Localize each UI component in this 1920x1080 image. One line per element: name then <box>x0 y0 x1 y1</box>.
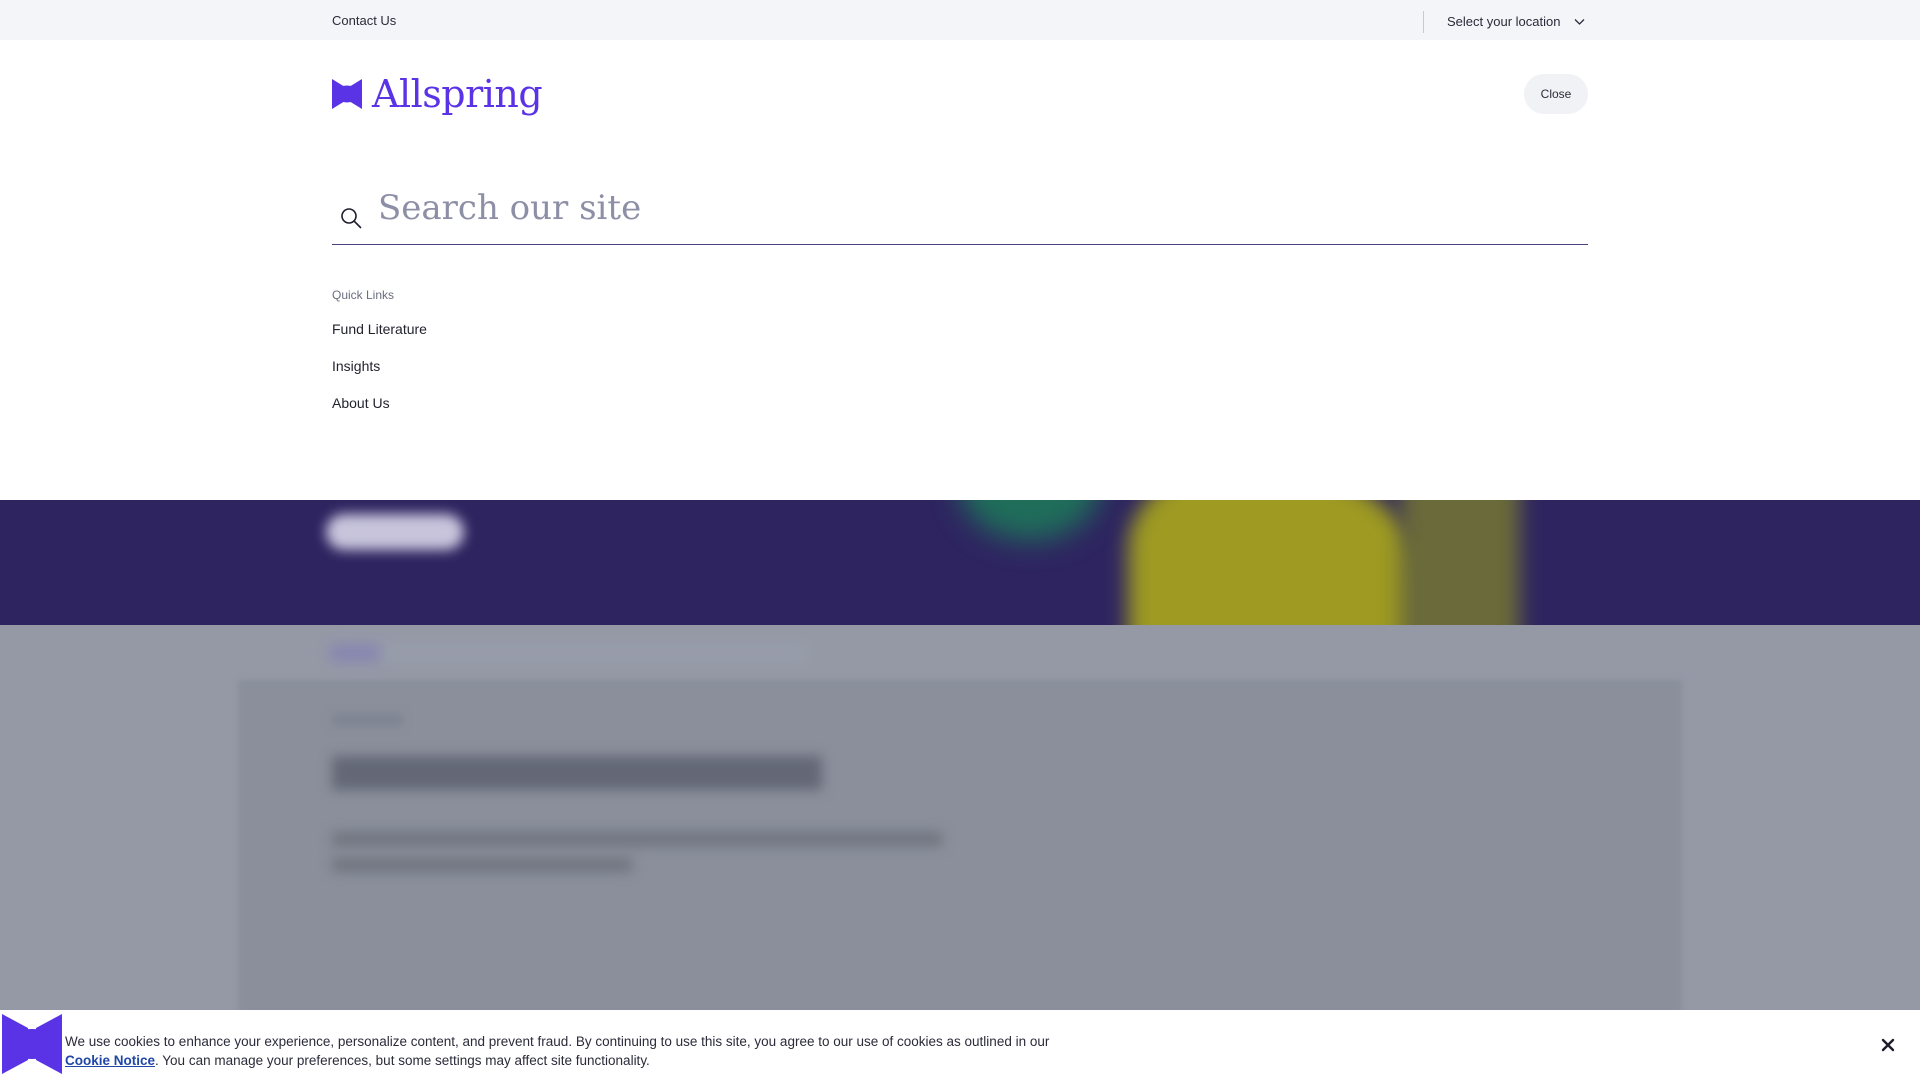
background-body-text <box>332 832 942 846</box>
chevron-down-icon <box>1574 18 1585 25</box>
utility-bar: Contact Us Select your location <box>0 0 1920 40</box>
background-hero <box>0 500 1920 625</box>
cookie-message: We use cookies to enhance your experienc… <box>65 1032 1055 1070</box>
location-selector-label: Select your location <box>1447 14 1561 29</box>
search-icon <box>341 208 362 229</box>
allspring-logo[interactable]: Allspring <box>332 72 543 116</box>
background-headline <box>332 756 822 790</box>
cookie-message-text: We use cookies to enhance your experienc… <box>65 1034 1050 1049</box>
cookie-message-text: . You can manage your preferences, but s… <box>155 1053 650 1068</box>
cookie-close-button[interactable] <box>1876 1033 1900 1057</box>
background-hero-button <box>326 514 464 550</box>
cookie-logo-icon <box>2 1014 62 1074</box>
search-input[interactable] <box>378 182 1568 234</box>
background-body-text <box>332 858 632 872</box>
quick-links-title: Quick Links <box>332 288 395 302</box>
location-selector[interactable]: Select your location <box>1447 14 1585 29</box>
cookie-notice-link[interactable]: Cookie Notice <box>65 1053 155 1068</box>
background-card <box>238 680 1682 1020</box>
background-tabs <box>330 645 810 661</box>
background-hero-shape <box>1128 500 1428 625</box>
logo-wordmark: Allspring <box>372 72 543 116</box>
contact-us-link[interactable]: Contact Us <box>332 13 396 28</box>
quick-link-fund-literature[interactable]: Fund Literature <box>332 321 427 337</box>
close-icon <box>1881 1038 1895 1052</box>
search-bar <box>332 178 1588 245</box>
utility-divider <box>1423 11 1424 33</box>
background-eyebrow <box>332 715 402 725</box>
background-hero-shape <box>1400 500 1520 625</box>
close-button[interactable]: Close <box>1524 74 1588 114</box>
background-hero-shape <box>960 500 1100 540</box>
cookie-banner: We use cookies to enhance your experienc… <box>0 1010 1920 1080</box>
quick-link-about-us[interactable]: About Us <box>332 395 390 411</box>
quick-link-insights[interactable]: Insights <box>332 358 380 374</box>
logo-mark-icon <box>332 79 362 109</box>
